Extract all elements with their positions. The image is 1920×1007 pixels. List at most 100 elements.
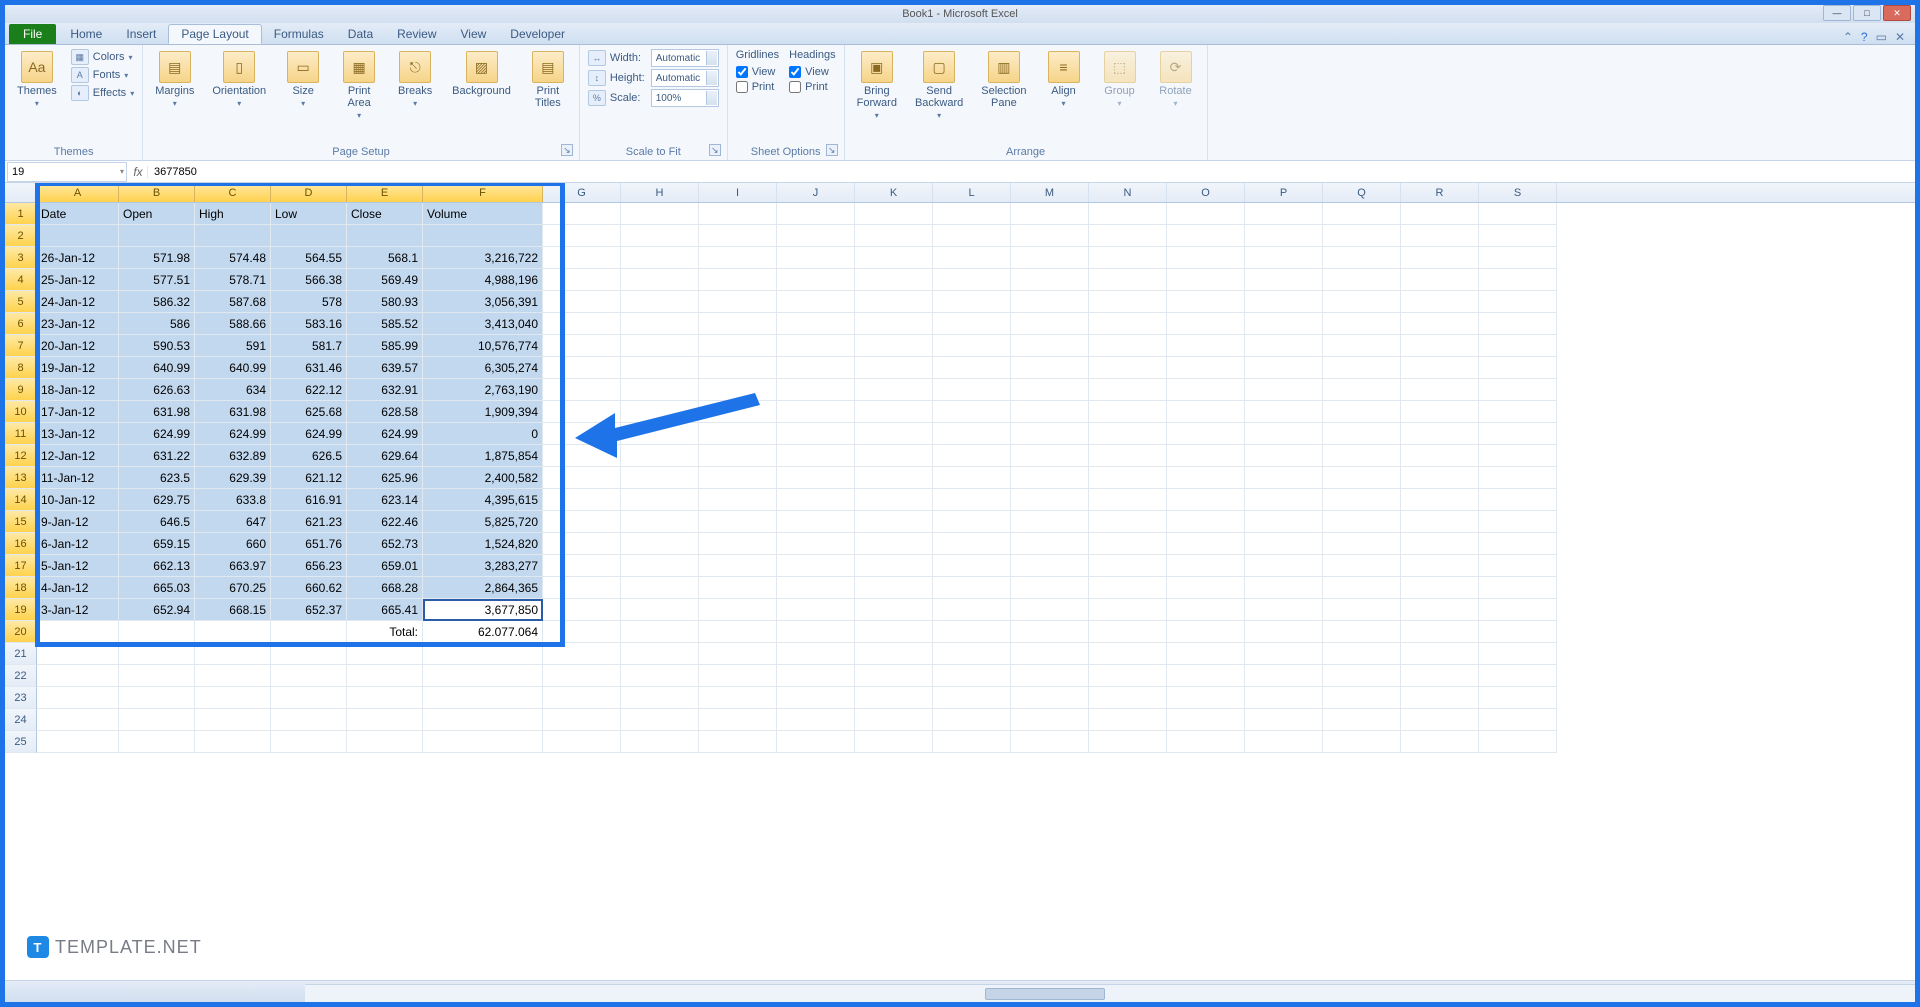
cell-D2[interactable]	[271, 225, 347, 247]
cell[interactable]	[1479, 489, 1557, 511]
cell-F7[interactable]: 10,576,774	[423, 335, 543, 357]
cell[interactable]	[1011, 599, 1089, 621]
cell[interactable]	[699, 335, 777, 357]
cell-F23[interactable]	[423, 687, 543, 709]
cell[interactable]	[777, 203, 855, 225]
cell[interactable]	[855, 599, 933, 621]
cell[interactable]	[1479, 357, 1557, 379]
column-header-R[interactable]: R	[1401, 183, 1479, 202]
cell-F16[interactable]: 1,524,820	[423, 533, 543, 555]
cell-C22[interactable]	[195, 665, 271, 687]
cell-B5[interactable]: 586.32	[119, 291, 195, 313]
cell[interactable]	[621, 203, 699, 225]
column-header-L[interactable]: L	[933, 183, 1011, 202]
cell[interactable]	[621, 555, 699, 577]
tab-file[interactable]: File	[9, 24, 56, 44]
cell-B8[interactable]: 640.99	[119, 357, 195, 379]
cell-F11[interactable]: 0	[423, 423, 543, 445]
cell-E14[interactable]: 623.14	[347, 489, 423, 511]
height-spinner[interactable]: Automatic	[651, 69, 719, 87]
cell[interactable]	[1089, 731, 1167, 753]
cell[interactable]	[1245, 731, 1323, 753]
cell[interactable]	[777, 291, 855, 313]
cell-C19[interactable]: 668.15	[195, 599, 271, 621]
cell[interactable]	[1323, 357, 1401, 379]
cell-C18[interactable]: 670.25	[195, 577, 271, 599]
cell[interactable]	[1323, 445, 1401, 467]
cell-E25[interactable]	[347, 731, 423, 753]
cell-D16[interactable]: 651.76	[271, 533, 347, 555]
cell[interactable]	[621, 225, 699, 247]
row-header-10[interactable]: 10	[5, 401, 37, 423]
cell[interactable]	[1245, 599, 1323, 621]
send-backward-button[interactable]: ▢Send Backward▾	[911, 49, 967, 122]
selection-pane-button[interactable]: ▥Selection Pane	[977, 49, 1030, 111]
cell[interactable]	[777, 423, 855, 445]
cell-D8[interactable]: 631.46	[271, 357, 347, 379]
cell[interactable]	[933, 357, 1011, 379]
cell[interactable]	[1011, 445, 1089, 467]
cell-F8[interactable]: 6,305,274	[423, 357, 543, 379]
cell[interactable]	[1011, 489, 1089, 511]
cell-C3[interactable]: 574.48	[195, 247, 271, 269]
cell[interactable]	[1479, 225, 1557, 247]
cell-D23[interactable]	[271, 687, 347, 709]
colors-button[interactable]: ▦Colors▾	[71, 49, 134, 65]
cell[interactable]	[699, 709, 777, 731]
cell-C9[interactable]: 634	[195, 379, 271, 401]
cell[interactable]	[543, 357, 621, 379]
cell[interactable]	[699, 247, 777, 269]
cell-C2[interactable]	[195, 225, 271, 247]
cell[interactable]	[777, 577, 855, 599]
cell-D6[interactable]: 583.16	[271, 313, 347, 335]
cell[interactable]	[1245, 225, 1323, 247]
cell-B17[interactable]: 662.13	[119, 555, 195, 577]
cell-F17[interactable]: 3,283,277	[423, 555, 543, 577]
cell-F20[interactable]: 62.077.064	[423, 621, 543, 643]
cell[interactable]	[1011, 709, 1089, 731]
cell[interactable]	[1323, 643, 1401, 665]
cell[interactable]	[1245, 357, 1323, 379]
cell[interactable]	[621, 731, 699, 753]
cell[interactable]	[855, 203, 933, 225]
page-setup-launcher[interactable]: ↘	[561, 144, 573, 156]
fonts-button[interactable]: AFonts▾	[71, 67, 134, 83]
cell[interactable]	[699, 555, 777, 577]
cell[interactable]	[855, 489, 933, 511]
tab-home[interactable]: Home	[58, 24, 114, 44]
tab-page-layout[interactable]: Page Layout	[168, 24, 261, 44]
column-header-N[interactable]: N	[1089, 183, 1167, 202]
cell[interactable]	[1401, 269, 1479, 291]
cell-E21[interactable]	[347, 643, 423, 665]
themes-button[interactable]: Aa Themes▾	[13, 49, 61, 110]
cell[interactable]	[933, 247, 1011, 269]
cell[interactable]	[699, 269, 777, 291]
cell[interactable]	[699, 599, 777, 621]
cell-C14[interactable]: 633.8	[195, 489, 271, 511]
cell[interactable]	[621, 247, 699, 269]
cell[interactable]	[543, 731, 621, 753]
scale-spinner[interactable]: 100%	[651, 89, 719, 107]
cell[interactable]	[933, 291, 1011, 313]
cell[interactable]	[933, 621, 1011, 643]
cell-F24[interactable]	[423, 709, 543, 731]
cell[interactable]	[855, 555, 933, 577]
cell[interactable]	[933, 599, 1011, 621]
cell[interactable]	[1245, 533, 1323, 555]
cell[interactable]	[1401, 225, 1479, 247]
cell[interactable]	[1401, 643, 1479, 665]
cell-A20[interactable]	[37, 621, 119, 643]
cell[interactable]	[621, 665, 699, 687]
cell[interactable]	[699, 577, 777, 599]
cell[interactable]	[933, 643, 1011, 665]
breaks-button[interactable]: ⎋Breaks▾	[392, 49, 438, 110]
cell-B23[interactable]	[119, 687, 195, 709]
cell[interactable]	[1167, 335, 1245, 357]
cell[interactable]	[855, 225, 933, 247]
row-header-9[interactable]: 9	[5, 379, 37, 401]
row-header-16[interactable]: 16	[5, 533, 37, 555]
cell[interactable]	[1479, 335, 1557, 357]
cell[interactable]	[699, 511, 777, 533]
column-header-E[interactable]: E	[347, 183, 423, 202]
cell-B10[interactable]: 631.98	[119, 401, 195, 423]
